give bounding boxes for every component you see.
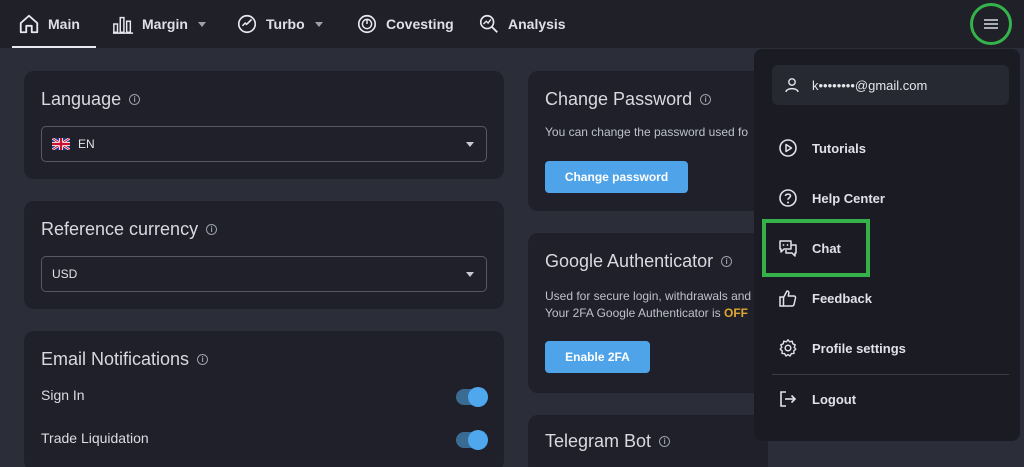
menu-divider <box>772 374 1009 375</box>
chevron-down-icon <box>466 272 474 277</box>
email-notifications-title: Email Notifications i <box>41 349 209 370</box>
menu-button[interactable] <box>970 3 1012 45</box>
info-icon: i <box>721 256 733 267</box>
language-title: Language i <box>41 89 141 110</box>
language-title-text: Language <box>41 89 122 109</box>
top-navigation-bar: Main Margin Turbo Covesting Analysis <box>0 0 1024 48</box>
language-select[interactable]: EN <box>41 126 487 162</box>
user-email: k••••••••@gmail.com <box>812 77 928 93</box>
covesting-icon <box>357 14 377 34</box>
menu-item-help-center-label: Help Center <box>812 190 885 206</box>
reference-currency-title-text: Reference currency <box>41 219 199 239</box>
change-password-title: Change Password i <box>545 89 712 110</box>
change-password-card: Change Password i You can change the pas… <box>528 71 768 211</box>
info-icon: i <box>197 354 209 365</box>
menu-item-chat[interactable]: Chat <box>778 238 841 258</box>
change-password-button[interactable]: Change password <box>545 161 688 193</box>
chat-icon <box>779 240 797 257</box>
menu-item-profile-settings-label: Profile settings <box>812 340 906 356</box>
bar-chart-icon <box>112 16 134 34</box>
google-authenticator-title-text: Google Authenticator <box>545 251 714 271</box>
nav-main-label: Main <box>48 16 80 32</box>
trade-liquidation-toggle[interactable] <box>456 430 488 450</box>
menu-item-feedback[interactable]: Feedback <box>778 288 872 308</box>
home-icon <box>19 14 39 34</box>
language-value: EN <box>78 137 95 151</box>
analysis-icon <box>479 14 498 33</box>
menu-item-tutorials[interactable]: Tutorials <box>778 138 866 158</box>
trade-liquidation-label: Trade Liquidation <box>41 430 149 446</box>
uk-flag-icon <box>52 138 70 150</box>
chevron-down-icon <box>314 21 323 27</box>
info-icon: i <box>129 94 141 105</box>
nav-turbo[interactable]: Turbo <box>236 0 323 48</box>
user-icon <box>785 78 799 93</box>
email-notifications-card: Email Notifications i Sign In Trade Liqu… <box>24 331 504 467</box>
info-icon: i <box>659 436 671 447</box>
chevron-down-icon <box>197 21 206 27</box>
google-authenticator-card: Google Authenticator i Used for secure l… <box>528 233 768 393</box>
hamburger-icon <box>984 19 998 29</box>
currency-select[interactable]: USD <box>41 256 487 292</box>
thumbs-up-icon <box>779 290 797 307</box>
menu-item-feedback-label: Feedback <box>812 290 872 306</box>
question-circle-icon <box>779 189 797 207</box>
google-authenticator-description: Used for secure login, withdrawals and <box>545 289 752 303</box>
currency-value: USD <box>52 267 78 281</box>
menu-item-logout-label: Logout <box>812 391 857 407</box>
menu-item-profile-settings[interactable]: Profile settings <box>778 338 906 358</box>
gear-icon <box>779 339 797 357</box>
email-notifications-title-text: Email Notifications <box>41 349 190 369</box>
reference-currency-title: Reference currency i <box>41 219 218 240</box>
sign-in-toggle[interactable] <box>456 387 488 407</box>
nav-covesting-label: Covesting <box>386 16 454 32</box>
google-authenticator-status-line: Your 2FA Google Authenticator is OFF <box>545 305 748 322</box>
menu-item-logout[interactable]: Logout <box>778 389 856 409</box>
telegram-bot-card: Telegram Bot i <box>528 415 768 467</box>
sign-in-label: Sign In <box>41 387 85 403</box>
menu-item-chat-label: Chat <box>812 240 841 256</box>
language-card: Language i EN <box>24 71 504 179</box>
menu-item-help-center[interactable]: Help Center <box>778 188 885 208</box>
menu-item-tutorials-label: Tutorials <box>812 140 866 156</box>
nav-covesting[interactable]: Covesting <box>356 0 454 48</box>
google-authenticator-title: Google Authenticator i <box>545 251 733 272</box>
chevron-down-icon <box>466 142 474 147</box>
nav-analysis-label: Analysis <box>508 16 566 32</box>
nav-turbo-label: Turbo <box>266 16 305 32</box>
status-prefix: Your 2FA Google Authenticator is <box>545 306 725 320</box>
telegram-bot-title-text: Telegram Bot <box>545 431 652 451</box>
logout-icon <box>780 391 797 407</box>
user-menu-dropdown: k••••••••@gmail.com Tutorials Help Cente… <box>754 49 1020 441</box>
nav-margin[interactable]: Margin <box>112 0 206 48</box>
status-badge: OFF <box>724 306 749 320</box>
change-password-description: You can change the password used fo <box>545 125 749 139</box>
nav-margin-label: Margin <box>142 16 188 32</box>
turbo-icon <box>237 14 257 34</box>
nav-main[interactable]: Main <box>12 0 96 48</box>
nav-analysis[interactable]: Analysis <box>478 0 566 48</box>
telegram-bot-title: Telegram Bot i <box>545 431 671 452</box>
info-icon: i <box>700 94 712 105</box>
enable-2fa-button[interactable]: Enable 2FA <box>545 341 650 373</box>
info-icon: i <box>206 224 218 235</box>
play-circle-icon <box>779 139 797 157</box>
change-password-title-text: Change Password <box>545 89 693 109</box>
reference-currency-card: Reference currency i USD <box>24 201 504 309</box>
user-account-row[interactable]: k••••••••@gmail.com <box>772 65 1009 105</box>
